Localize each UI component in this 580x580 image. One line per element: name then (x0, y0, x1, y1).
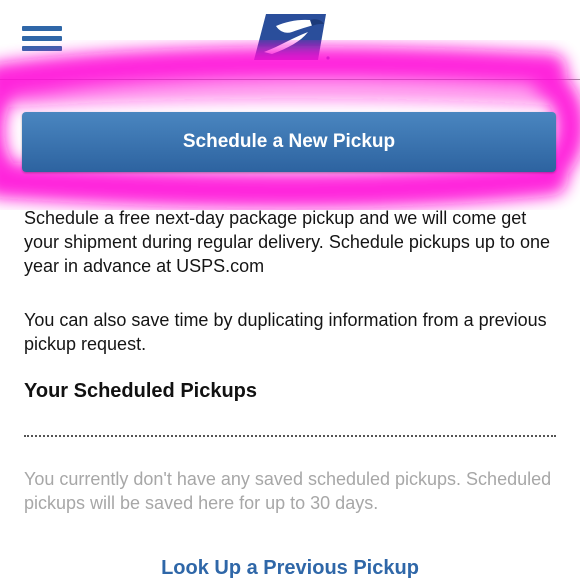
schedule-new-pickup-button[interactable]: Schedule a New Pickup (22, 112, 556, 172)
look-up-previous-pickup-link[interactable]: Look Up a Previous Pickup (0, 557, 580, 580)
menu-bar (22, 36, 62, 41)
usps-eagle-logo-icon (254, 14, 330, 60)
dotted-divider (24, 435, 556, 437)
empty-pickups-message: You currently don't have any saved sched… (24, 469, 552, 513)
save-time-text: You can also save time by duplicating in… (24, 310, 547, 354)
intro-text: Schedule a free next-day package pickup … (24, 208, 550, 276)
menu-bar (22, 26, 62, 31)
hamburger-menu-icon[interactable] (22, 26, 62, 52)
app-header (0, 0, 580, 80)
scheduled-pickups-title: Your Scheduled Pickups (24, 380, 258, 402)
menu-bar (22, 46, 62, 51)
